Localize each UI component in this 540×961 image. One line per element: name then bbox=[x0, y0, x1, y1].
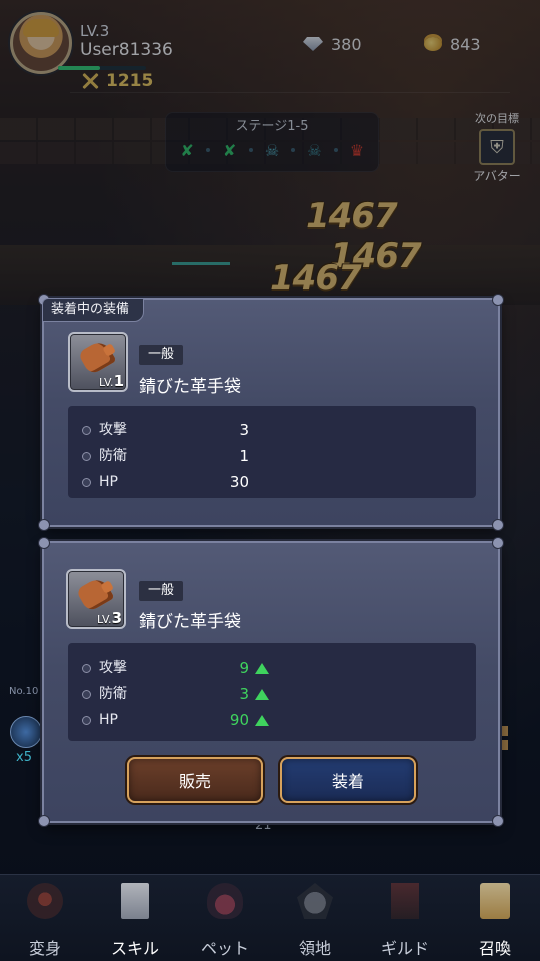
item-rarity-badge: 一般 bbox=[139, 581, 184, 601]
transform-icon bbox=[27, 883, 63, 919]
speed-multiplier[interactable]: x5 bbox=[16, 750, 32, 765]
stat-row: 攻撃 9 bbox=[82, 658, 462, 678]
bottom-nav: 変身 スキル ペット 領地 ギルド 召喚 bbox=[0, 874, 540, 961]
stat-row: 攻撃 3 bbox=[82, 420, 462, 440]
stat-name: HP bbox=[99, 712, 118, 728]
stat-name: 防衛 bbox=[99, 448, 127, 464]
stat-value: 9 bbox=[239, 659, 249, 677]
nav-label: ペット bbox=[200, 939, 249, 958]
item-level: LV.3 bbox=[97, 609, 122, 627]
stat-value: 90 bbox=[229, 711, 249, 729]
stat-up-arrow-icon bbox=[255, 688, 269, 700]
side-markers bbox=[499, 726, 509, 754]
stat-bullet-icon bbox=[82, 689, 91, 699]
guild-banner-icon bbox=[391, 883, 419, 919]
nav-label: 召喚 bbox=[478, 939, 511, 958]
stat-name: 攻撃 bbox=[99, 660, 127, 676]
summon-card-icon bbox=[480, 883, 510, 919]
nav-transform[interactable]: 変身 bbox=[0, 875, 90, 961]
stat-row: 防衛 1 bbox=[82, 446, 462, 466]
pet-paw-icon bbox=[207, 883, 243, 919]
stat-value: 30 bbox=[229, 473, 249, 491]
nav-label: 変身 bbox=[28, 939, 61, 958]
new-item-panel: LV.3 一般 錆びた革手袋 攻撃 9 防衛 3 HP 90 bbox=[38, 537, 504, 827]
stat-row: HP 30 bbox=[82, 472, 462, 492]
nav-label: 領地 bbox=[298, 939, 331, 958]
wave-number: No.10 bbox=[9, 686, 39, 697]
stat-bullet-icon bbox=[82, 451, 91, 461]
leather-glove-icon: LV.3 bbox=[66, 569, 126, 629]
equipped-tab-title: 装着中の装備 bbox=[42, 298, 145, 322]
item-stats: 攻撃 9 防衛 3 HP 90 bbox=[68, 643, 476, 741]
nav-guild[interactable]: ギルド bbox=[360, 875, 450, 961]
stat-row: HP 90 bbox=[82, 710, 462, 730]
stat-value: 3 bbox=[239, 421, 249, 439]
territory-icon bbox=[297, 883, 333, 919]
equipped-item-panel: 装着中の装備 LV.1 一般 錆びた革手袋 攻撃 3 防衛 1 HP 30 bbox=[38, 294, 504, 531]
item-name: 錆びた革手袋 bbox=[139, 377, 241, 397]
item-stats: 攻撃 3 防衛 1 HP 30 bbox=[68, 406, 476, 498]
nav-label: ギルド bbox=[380, 939, 429, 958]
stat-up-arrow-icon bbox=[255, 714, 269, 726]
nav-summon[interactable]: 召喚 bbox=[450, 875, 540, 961]
nav-pet[interactable]: ペット bbox=[180, 875, 270, 961]
skill-book-icon bbox=[121, 883, 149, 919]
nav-skill[interactable]: スキル bbox=[90, 875, 180, 961]
item-level: LV.1 bbox=[99, 372, 124, 390]
stat-name: 防衛 bbox=[99, 686, 127, 702]
nav-territory[interactable]: 領地 bbox=[270, 875, 360, 961]
stat-bullet-icon bbox=[82, 425, 91, 435]
stat-bullet-icon bbox=[82, 715, 91, 725]
stat-bullet-icon bbox=[82, 477, 91, 487]
stat-value: 3 bbox=[239, 685, 249, 703]
auto-skill-icon[interactable] bbox=[10, 716, 42, 748]
stat-bullet-icon bbox=[82, 663, 91, 673]
stat-value: 1 bbox=[239, 447, 249, 465]
stat-name: 攻撃 bbox=[99, 422, 127, 438]
sell-button[interactable]: 販売 bbox=[127, 757, 263, 803]
nav-label: スキル bbox=[110, 939, 159, 958]
item-name: 錆びた革手袋 bbox=[139, 612, 241, 632]
stat-up-arrow-icon bbox=[255, 662, 269, 674]
stat-row: 防衛 3 bbox=[82, 684, 462, 704]
equip-button[interactable]: 装着 bbox=[280, 757, 416, 803]
stat-name: HP bbox=[99, 474, 118, 490]
leather-glove-icon: LV.1 bbox=[68, 332, 128, 392]
item-rarity-badge: 一般 bbox=[139, 345, 184, 365]
